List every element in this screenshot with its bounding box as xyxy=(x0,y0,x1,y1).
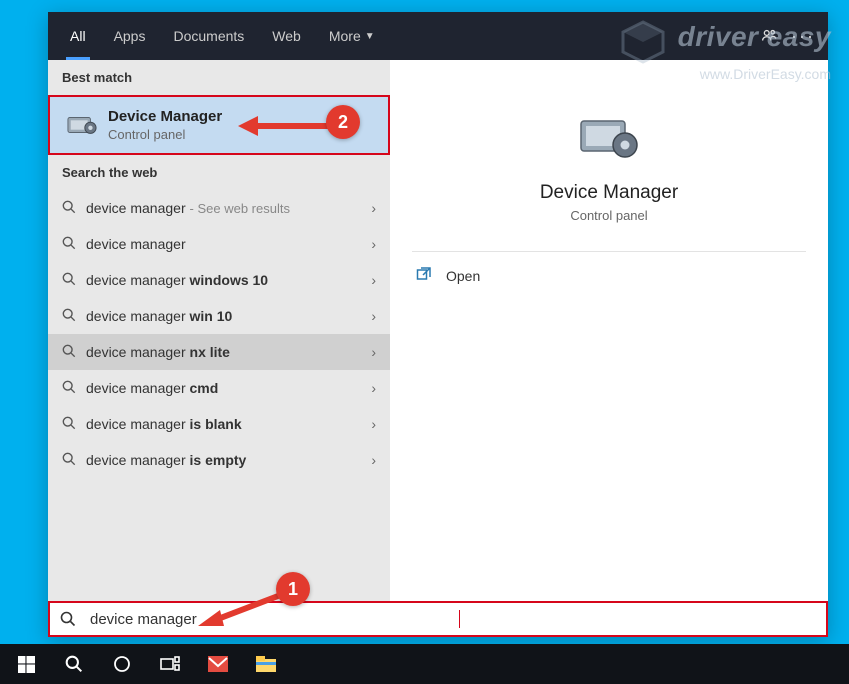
preview-subtitle: Control panel xyxy=(570,208,647,223)
chevron-right-icon[interactable]: › xyxy=(371,380,376,396)
web-result-item[interactable]: device manager is empty › xyxy=(48,442,390,478)
preview-pane: Device Manager Control panel Open xyxy=(390,60,828,601)
web-result-item[interactable]: device manager cmd › xyxy=(48,370,390,406)
tab-label: Apps xyxy=(114,28,146,44)
feedback-icon xyxy=(760,27,778,45)
search-tab-bar: All Apps Documents Web More ▼ ··· xyxy=(48,12,828,60)
search-icon xyxy=(62,452,76,469)
search-flyout: All Apps Documents Web More ▼ ··· Best m… xyxy=(48,12,828,637)
taskbar-app-explorer[interactable] xyxy=(242,644,290,684)
best-match-header: Best match xyxy=(48,60,390,95)
chevron-right-icon[interactable]: › xyxy=(371,236,376,252)
divider xyxy=(412,251,806,252)
web-result-item[interactable]: device manager win 10 › xyxy=(48,298,390,334)
web-result-item[interactable]: device manager - See web results › xyxy=(48,190,390,226)
windows-icon xyxy=(18,656,35,673)
device-manager-large-icon xyxy=(574,108,644,168)
web-result-item[interactable]: device manager is blank › xyxy=(48,406,390,442)
search-icon xyxy=(62,272,76,289)
tab-apps[interactable]: Apps xyxy=(100,12,160,60)
best-match-title: Device Manager xyxy=(108,108,222,125)
web-result-label: device manager cmd xyxy=(86,380,218,396)
feedback-button[interactable] xyxy=(752,19,786,53)
tab-all[interactable]: All xyxy=(56,12,100,60)
task-view-icon xyxy=(160,656,180,672)
web-result-label: device manager is blank xyxy=(86,416,242,432)
gmail-icon xyxy=(208,656,228,672)
search-icon xyxy=(62,380,76,397)
tab-label: Web xyxy=(272,28,301,44)
chevron-right-icon[interactable]: › xyxy=(371,200,376,216)
search-icon xyxy=(62,308,76,325)
start-button[interactable] xyxy=(2,644,50,684)
chevron-right-icon[interactable]: › xyxy=(371,344,376,360)
search-box[interactable] xyxy=(48,601,828,637)
results-pane: Best match Device Manager Control panel … xyxy=(48,60,390,601)
search-input[interactable] xyxy=(86,611,461,628)
device-manager-icon xyxy=(64,107,100,143)
tab-web[interactable]: Web xyxy=(258,12,315,60)
web-result-item[interactable]: device manager nx lite › xyxy=(48,334,390,370)
tab-label: More xyxy=(329,28,361,44)
chevron-right-icon[interactable]: › xyxy=(371,452,376,468)
tab-label: Documents xyxy=(173,28,244,44)
file-explorer-icon xyxy=(256,656,276,672)
open-label: Open xyxy=(446,268,480,284)
web-result-label: device manager - See web results xyxy=(86,200,290,216)
web-result-label: device manager nx lite xyxy=(86,344,230,360)
chevron-right-icon[interactable]: › xyxy=(371,308,376,324)
taskbar-app-gmail[interactable] xyxy=(194,644,242,684)
ellipsis-icon: ··· xyxy=(791,26,815,47)
cortana-icon xyxy=(113,655,131,673)
search-icon xyxy=(62,236,76,253)
search-icon xyxy=(65,655,83,673)
tab-label: All xyxy=(70,28,86,44)
web-result-label: device manager win 10 xyxy=(86,308,232,324)
search-icon xyxy=(62,344,76,361)
chevron-right-icon[interactable]: › xyxy=(371,272,376,288)
chevron-right-icon[interactable]: › xyxy=(371,416,376,432)
search-icon xyxy=(50,611,86,627)
tab-more[interactable]: More ▼ xyxy=(315,12,389,60)
web-result-label: device manager xyxy=(86,236,186,252)
chevron-down-icon: ▼ xyxy=(365,31,375,42)
taskbar-search-button[interactable] xyxy=(50,644,98,684)
web-result-item[interactable]: device manager › xyxy=(48,226,390,262)
preview-title: Device Manager xyxy=(540,182,678,204)
taskbar xyxy=(0,644,849,684)
open-action[interactable]: Open xyxy=(412,258,484,293)
search-web-header: Search the web xyxy=(48,155,390,190)
open-icon xyxy=(416,266,432,285)
search-content: Best match Device Manager Control panel … xyxy=(48,60,828,601)
cortana-button[interactable] xyxy=(98,644,146,684)
best-match-item[interactable]: Device Manager Control panel xyxy=(48,95,390,155)
options-button[interactable]: ··· xyxy=(786,19,820,53)
tab-documents[interactable]: Documents xyxy=(159,12,258,60)
text-caret xyxy=(459,610,460,628)
web-result-label: device manager is empty xyxy=(86,452,246,468)
search-icon xyxy=(62,200,76,217)
search-icon xyxy=(62,416,76,433)
task-view-button[interactable] xyxy=(146,644,194,684)
web-result-label: device manager windows 10 xyxy=(86,272,268,288)
web-result-item[interactable]: device manager windows 10 › xyxy=(48,262,390,298)
best-match-subtitle: Control panel xyxy=(108,127,222,142)
